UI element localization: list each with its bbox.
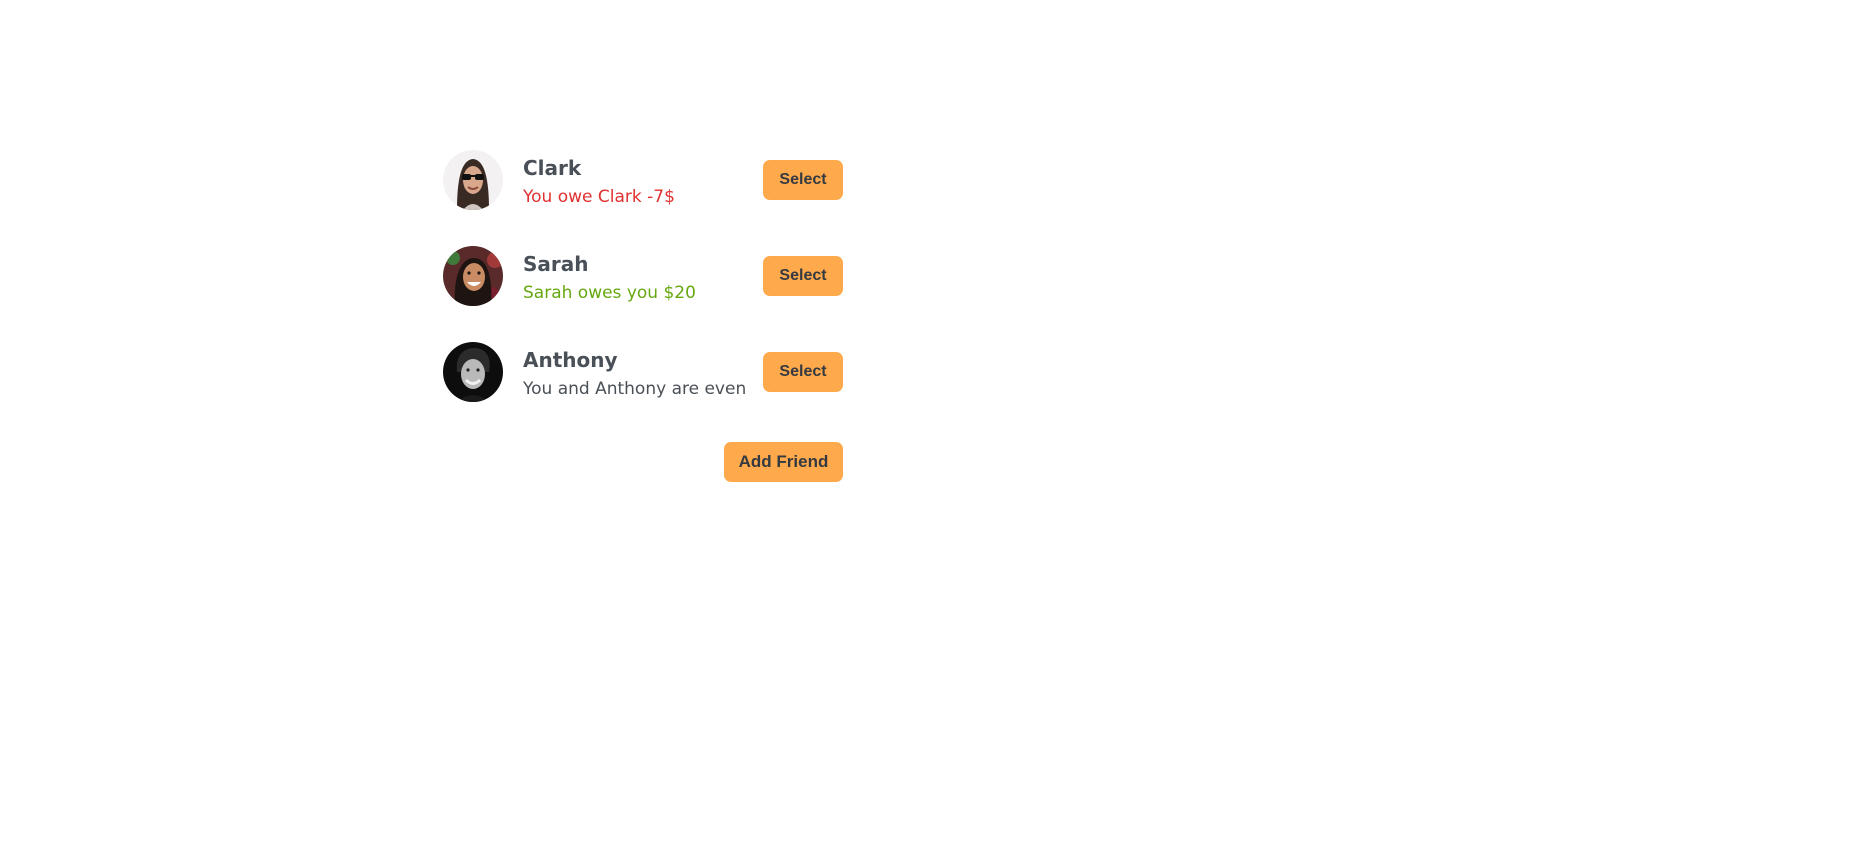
friend-balance: Sarah owes you $20 xyxy=(523,283,696,303)
friend-name: Anthony xyxy=(523,348,618,372)
avatar xyxy=(443,342,503,402)
select-button[interactable]: Select xyxy=(763,256,843,296)
avatar xyxy=(443,150,503,210)
add-friend-button[interactable]: Add Friend xyxy=(724,442,843,482)
friend-balance: You and Anthony are even xyxy=(523,379,747,399)
select-button[interactable]: Select xyxy=(763,352,843,392)
friend-item-clark: Clark You owe Clark -7$ Select xyxy=(443,148,843,244)
select-button[interactable]: Select xyxy=(763,160,843,200)
avatar-image xyxy=(443,150,503,210)
friends-sidebar: Clark You owe Clark -7$ Select Sarah Sar… xyxy=(443,148,843,482)
friend-item-sarah: Sarah Sarah owes you $20 Select xyxy=(443,244,843,340)
friend-name: Clark xyxy=(523,156,582,180)
friends-list: Clark You owe Clark -7$ Select Sarah Sar… xyxy=(443,148,843,436)
avatar-image xyxy=(443,246,503,306)
avatar-image xyxy=(443,342,503,402)
friend-name: Sarah xyxy=(523,252,589,276)
friend-item-anthony: Anthony You and Anthony are even Select xyxy=(443,340,843,436)
avatar xyxy=(443,246,503,306)
friend-balance: You owe Clark -7$ xyxy=(523,187,675,207)
